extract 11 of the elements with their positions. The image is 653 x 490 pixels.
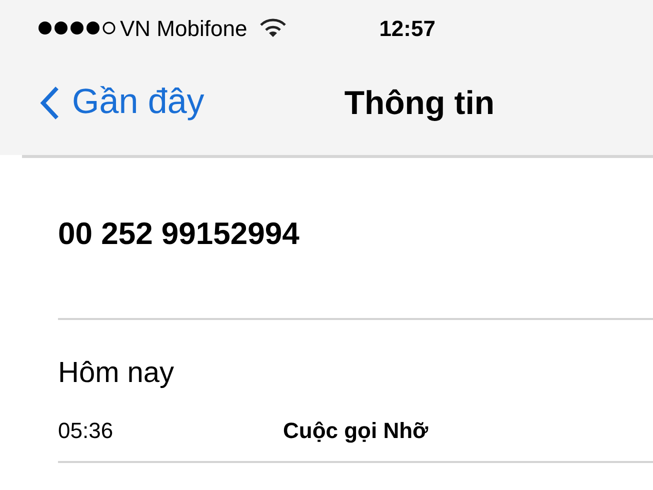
back-button[interactable]: Gần đây	[40, 76, 204, 129]
wifi-icon	[259, 18, 288, 38]
call-type: Cuộc gọi Nhỡ	[283, 416, 428, 445]
back-chevron-icon	[40, 86, 60, 120]
phone-number: 00 252 99152994	[58, 214, 300, 253]
signal-icon	[38, 21, 116, 35]
call-time: 05:36	[58, 416, 114, 444]
call-day: Hôm nay	[58, 320, 653, 396]
carrier-name: VN Mobifone	[120, 14, 248, 42]
screen-title: Thông tin	[344, 82, 495, 123]
clock-time: 12:57	[379, 14, 436, 42]
